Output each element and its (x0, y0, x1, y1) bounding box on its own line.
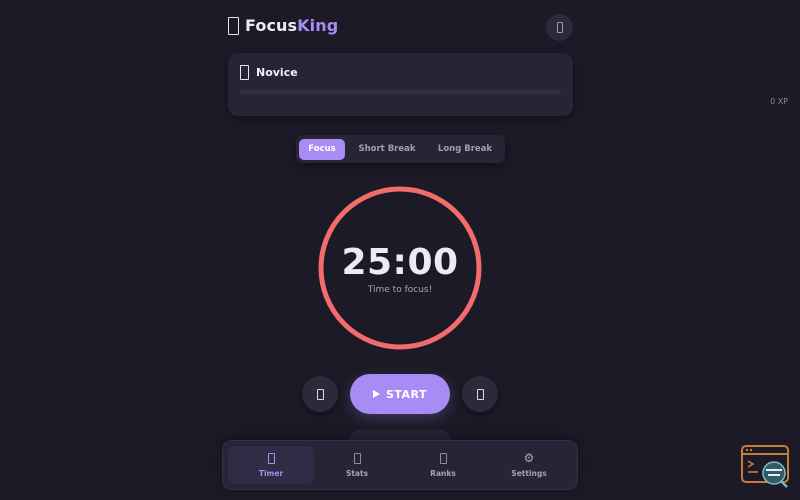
nav-label-ranks: Ranks (430, 468, 456, 478)
tab-short-break[interactable]: Short Break (345, 139, 429, 160)
nav-item-ranks[interactable]: Ranks (400, 446, 486, 484)
play-icon (372, 390, 380, 398)
timer-display: 25:00 (341, 242, 459, 283)
brand-name: FocusKing (245, 16, 338, 35)
theme-toggle-button[interactable] (546, 14, 573, 41)
timer-ring: 25:00 Time to focus! (318, 186, 482, 350)
start-button[interactable]: START (350, 374, 450, 414)
nav-item-settings[interactable]: ⚙ Settings (486, 446, 572, 484)
nav-item-timer[interactable]: Timer (228, 446, 314, 484)
stats-icon (353, 452, 361, 464)
ranks-icon (439, 452, 447, 464)
bottom-nav: Timer Stats Ranks ⚙ Settings (222, 440, 578, 490)
rank-header: Novice (240, 65, 298, 80)
app-header: FocusKing (228, 14, 573, 41)
focusking-app: FocusKing Novice 0 XP Focus Short Break … (0, 0, 800, 500)
nav-label-stats: Stats (345, 468, 369, 478)
browser-extension-icon[interactable] (741, 445, 791, 489)
skip-button[interactable] (462, 376, 498, 412)
moon-icon (556, 22, 563, 33)
nav-item-stats[interactable]: Stats (314, 446, 400, 484)
start-button-label: START (385, 387, 428, 401)
timer-subtitle: Time to focus! (367, 285, 433, 295)
reset-button[interactable] (302, 376, 338, 412)
tab-long-break[interactable]: Long Break (429, 139, 501, 160)
xp-label: 0 XP (770, 97, 788, 106)
rank-badge-icon (240, 65, 249, 80)
nav-label-settings: Settings (511, 469, 547, 478)
brand-name-part2: King (297, 16, 339, 35)
app-logo: FocusKing (228, 16, 338, 35)
timer-icon (267, 452, 275, 464)
trophy-icon (228, 16, 239, 35)
brand-name-part1: Focus (245, 16, 298, 35)
rank-name: Novice (256, 66, 298, 79)
mode-tabs: Focus Short Break Long Break (296, 135, 505, 163)
gear-icon: ⚙ (523, 451, 535, 465)
reset-icon (316, 388, 324, 400)
skip-icon (476, 388, 484, 400)
rank-card: Novice (228, 53, 573, 116)
xp-progress-bar (240, 90, 561, 94)
tab-focus[interactable]: Focus (299, 138, 345, 160)
nav-label-timer: Timer (258, 468, 284, 478)
